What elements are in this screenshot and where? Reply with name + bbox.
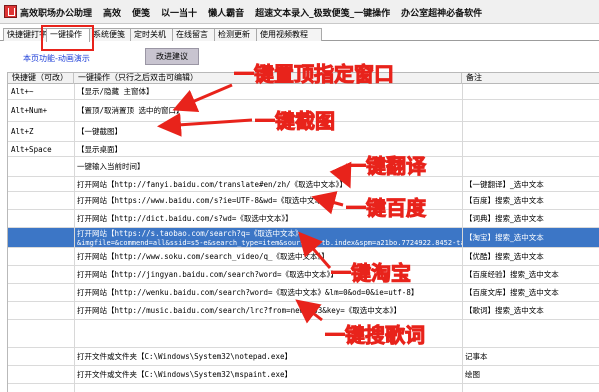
arrow-translate — [329, 161, 352, 189]
arrow-pin-window — [172, 83, 233, 112]
annotation-arrows — [157, 83, 352, 324]
arrow-lyrics — [295, 299, 323, 324]
arrow-baidu — [311, 191, 344, 215]
arrow-screenshot — [157, 112, 253, 137]
arrow-taobao — [298, 231, 332, 269]
